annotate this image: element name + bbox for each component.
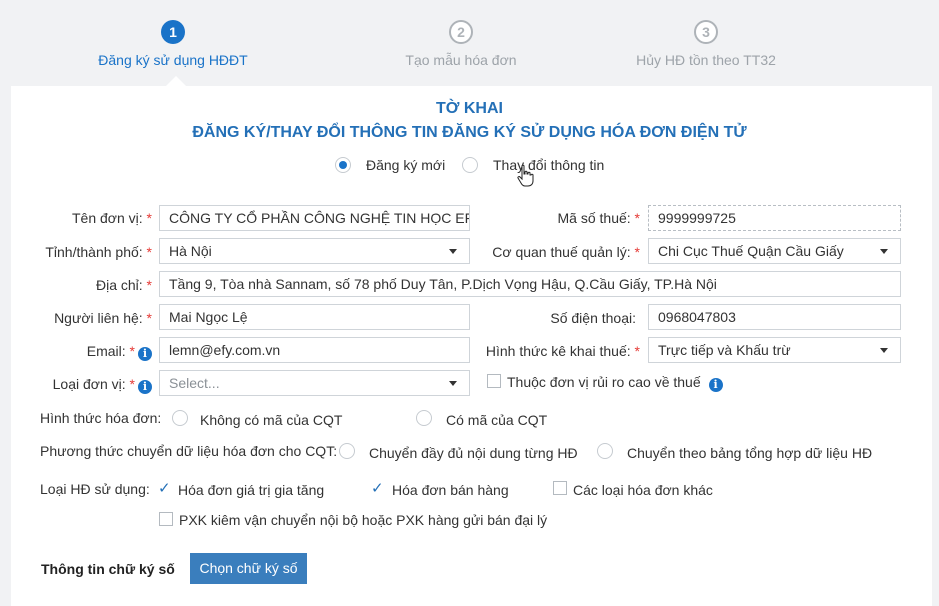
info-icon[interactable]: i (138, 347, 152, 361)
pxk-label[interactable]: PXK kiêm vận chuyển nội bộ hoặc PXK hàng… (179, 512, 547, 528)
hinh-thuc-hoa-don-label: Hình thức hóa đơn: (40, 410, 162, 426)
radio-chuyen-bang-tong-hop-label[interactable]: Chuyển theo bảng tổng hợp dữ liệu HĐ (627, 445, 872, 461)
radio-chuyen-day-du[interactable] (339, 443, 355, 459)
dia-chi-label: Địa chỉ: * (95, 277, 152, 293)
loai-don-vi-select[interactable]: Select... (159, 370, 470, 396)
ma-so-thue-input[interactable]: 9999999725 (648, 205, 901, 231)
info-icon[interactable]: i (138, 380, 152, 394)
hd-khac-checkbox[interactable] (553, 481, 567, 495)
ma-so-thue-label: Mã số thuế: * (557, 210, 641, 226)
chevron-down-icon (880, 249, 888, 254)
step-3-label: Hủy HĐ tồn theo TT32 (636, 52, 776, 68)
chevron-down-icon (449, 249, 457, 254)
radio-co-ma[interactable] (416, 410, 432, 426)
email-input[interactable]: lemn@efy.com.vn (159, 337, 470, 363)
loai-don-vi-placeholder: Select... (169, 375, 220, 391)
chon-chu-ky-so-button[interactable]: Chọn chữ ký số (190, 553, 307, 584)
dia-chi-input[interactable]: Tầng 9, Tòa nhà Sannam, số 78 phố Duy Tâ… (159, 271, 901, 297)
so-dien-thoai-input[interactable]: 0968047803 (648, 304, 901, 330)
hd-khac-label[interactable]: Các loại hóa đơn khác (573, 482, 713, 498)
hinh-thuc-ke-khai-select[interactable]: Trực tiếp và Khấu trừ (648, 337, 901, 363)
info-icon[interactable]: i (708, 378, 723, 392)
hand-cursor-icon (517, 164, 534, 187)
tinh-thanh-pho-select[interactable]: Hà Nội (159, 238, 470, 264)
checkmark-icon[interactable]: ✓ (158, 479, 171, 497)
pxk-checkbox[interactable] (159, 512, 173, 526)
step-3-number: 3 (694, 20, 718, 44)
radio-thay-doi-thong-tin-label[interactable]: Thay đổi thông tin (493, 157, 604, 173)
hinh-thuc-ke-khai-label: Hình thức kê khai thuế: * (485, 343, 640, 359)
ten-don-vi-input[interactable]: CÔNG TY CỔ PHẦN CÔNG NGHỆ TIN HỌC EFY (159, 205, 470, 231)
so-dien-thoai-label: Số điện thoại: (550, 310, 636, 326)
rui-ro-cao-checkbox[interactable] (487, 374, 501, 388)
radio-khong-co-ma[interactable] (172, 410, 188, 426)
co-quan-thue-label: Cơ quan thuế quản lý: * (492, 244, 640, 260)
co-quan-thue-select[interactable]: Chi Cục Thuế Quận Cầu Giấy (648, 238, 901, 264)
tinh-thanh-pho-value: Hà Nội (169, 243, 212, 259)
tinh-thanh-pho-label: Tỉnh/thành phố: * (45, 244, 152, 260)
step-3[interactable]: 3 Hủy HĐ tồn theo TT32 (586, 20, 826, 68)
step-2[interactable]: 2 Tạo mẫu hóa đơn (341, 20, 581, 68)
radio-co-ma-label[interactable]: Có mã của CQT (446, 412, 547, 428)
radio-chuyen-bang-tong-hop[interactable] (597, 443, 613, 459)
radio-thay-doi-thong-tin[interactable] (462, 157, 478, 173)
step-2-label: Tạo mẫu hóa đơn (405, 52, 517, 68)
phuong-thuc-label: Phương thức chuyển dữ liệu hóa đơn cho C… (40, 443, 338, 459)
nguoi-lien-he-input[interactable]: Mai Ngọc Lệ (159, 304, 470, 330)
active-step-pointer (166, 76, 186, 86)
radio-khong-co-ma-label[interactable]: Không có mã của CQT (200, 412, 342, 428)
radio-chuyen-day-du-label[interactable]: Chuyển đầy đủ nội dung từng HĐ (369, 445, 578, 461)
step-1[interactable]: 1 Đăng ký sử dụng HĐĐT (53, 20, 293, 68)
co-quan-thue-value: Chi Cục Thuế Quận Cầu Giấy (658, 243, 844, 259)
chevron-down-icon (449, 381, 457, 386)
step-1-number: 1 (161, 20, 185, 44)
hd-gtgt-label[interactable]: Hóa đơn giá trị gia tăng (178, 482, 324, 498)
hd-ban-hang-label[interactable]: Hóa đơn bán hàng (392, 482, 509, 498)
email-label: Email: * i (20, 343, 152, 361)
ten-don-vi-label: Tên đơn vị: * (72, 210, 152, 226)
form-title: TỜ KHAI (436, 100, 503, 117)
form-subtitle: ĐĂNG KÝ/THAY ĐỔI THÔNG TIN ĐĂNG KÝ SỬ DỤ… (192, 124, 747, 141)
loai-don-vi-label: Loại đơn vị: * i (20, 376, 152, 394)
radio-dang-ky-moi[interactable] (335, 157, 351, 173)
step-1-label: Đăng ký sử dụng HĐĐT (98, 52, 248, 68)
checkmark-icon[interactable]: ✓ (371, 479, 384, 497)
stepper: 1 Đăng ký sử dụng HĐĐT 2 Tạo mẫu hóa đơn… (0, 0, 939, 86)
rui-ro-cao-label: Thuộc đơn vị rủi ro cao về thuế i (507, 374, 723, 392)
radio-dang-ky-moi-label[interactable]: Đăng ký mới (366, 157, 445, 173)
nguoi-lien-he-label: Người liên hệ: * (54, 310, 152, 326)
loai-hd-label: Loại HĐ sử dụng: (40, 481, 150, 497)
chu-ky-so-label: Thông tin chữ ký số (41, 561, 175, 577)
hinh-thuc-ke-khai-value: Trực tiếp và Khấu trừ (658, 342, 791, 358)
step-2-number: 2 (449, 20, 473, 44)
chevron-down-icon (880, 348, 888, 353)
